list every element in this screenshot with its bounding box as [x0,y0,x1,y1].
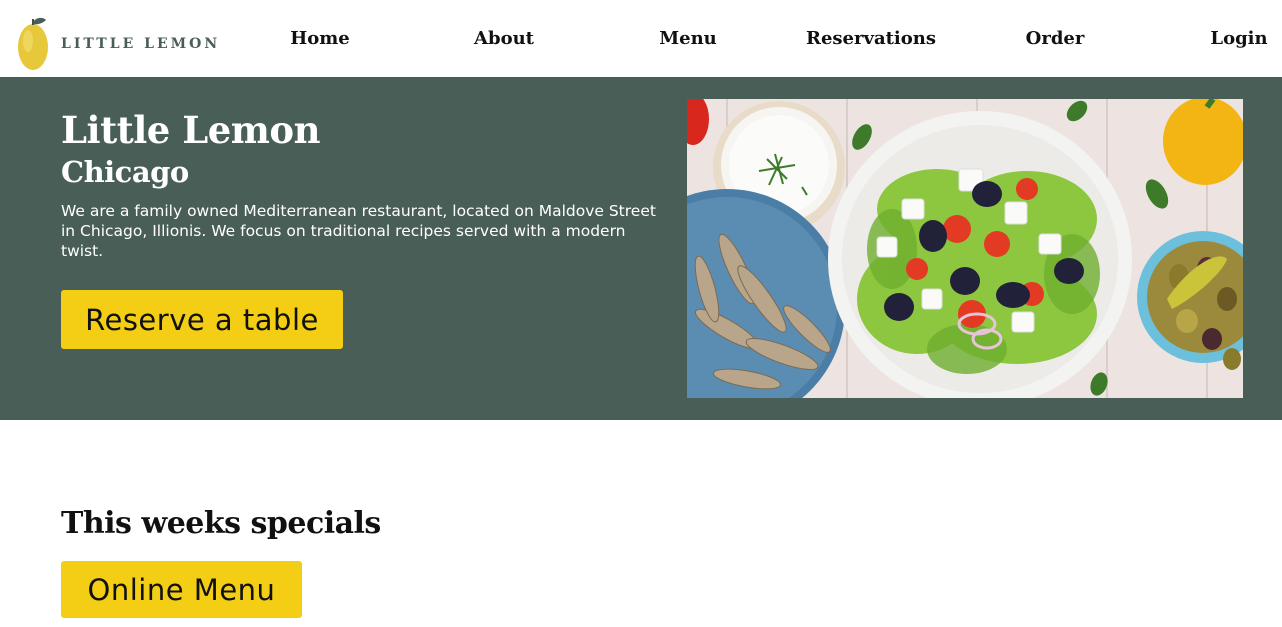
nav-reservations[interactable]: Reservations [806,28,936,49]
specials-title: This weeks specials [61,506,381,541]
hero-food-image [687,99,1243,398]
hero-subtitle: Chicago [61,155,189,189]
hero-description: We are a family owned Mediterranean rest… [61,202,656,260]
logo[interactable]: LITTLE LEMON [4,6,219,77]
nav-home[interactable]: Home [290,28,350,49]
site-header: LITTLE LEMON Home About Menu Reservation… [0,0,1282,77]
food-photo-icon [687,99,1243,398]
hero-title: Little Lemon [61,108,321,152]
nav-menu[interactable]: Menu [659,28,717,49]
reserve-table-button[interactable]: Reserve a table [61,290,343,349]
nav-about[interactable]: About [474,28,534,49]
lemon-icon [18,17,48,70]
nav-login[interactable]: Login [1210,28,1267,49]
logo-text: LITTLE LEMON [61,36,221,52]
hero-section: Little Lemon Chicago We are a family own… [0,77,1282,420]
nav-order[interactable]: Order [1026,28,1085,49]
online-menu-button[interactable]: Online Menu [61,561,302,618]
